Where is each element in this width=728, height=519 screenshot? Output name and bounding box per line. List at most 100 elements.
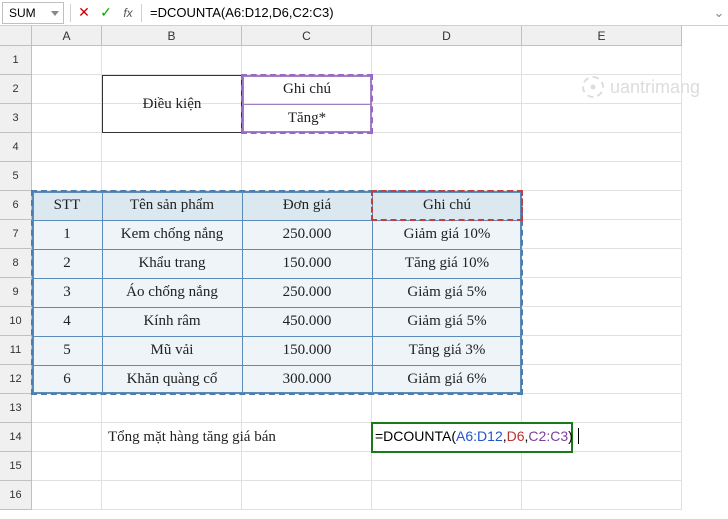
cell[interactable] (522, 46, 682, 75)
row-header-11[interactable]: 11 (0, 336, 32, 365)
cell[interactable] (32, 394, 102, 423)
cell[interactable] (32, 249, 102, 278)
cell[interactable] (372, 191, 522, 220)
cell[interactable] (102, 75, 242, 104)
cell[interactable] (372, 220, 522, 249)
fx-icon[interactable]: fx (117, 3, 139, 23)
cell[interactable] (102, 278, 242, 307)
cell[interactable] (372, 394, 522, 423)
cell[interactable] (242, 423, 372, 452)
row-header-4[interactable]: 4 (0, 133, 32, 162)
row-header-15[interactable]: 15 (0, 452, 32, 481)
col-header-b[interactable]: B (102, 26, 242, 46)
cell[interactable] (102, 423, 242, 452)
cell[interactable] (32, 220, 102, 249)
cell[interactable] (32, 278, 102, 307)
cell[interactable] (102, 46, 242, 75)
cell[interactable] (522, 336, 682, 365)
cell[interactable] (102, 365, 242, 394)
confirm-icon[interactable]: ✓ (95, 3, 117, 23)
name-box[interactable]: SUM (2, 2, 64, 24)
cell[interactable] (372, 46, 522, 75)
cancel-icon[interactable]: ✕ (73, 3, 95, 23)
cell[interactable] (522, 133, 682, 162)
cell[interactable] (32, 365, 102, 394)
cell[interactable] (102, 307, 242, 336)
cell[interactable] (32, 75, 102, 104)
cells-area[interactable] (32, 46, 682, 510)
cell[interactable] (32, 162, 102, 191)
cell[interactable] (242, 162, 372, 191)
cell[interactable] (32, 191, 102, 220)
cell[interactable] (32, 336, 102, 365)
cell[interactable] (32, 423, 102, 452)
cell[interactable] (242, 365, 372, 394)
cell[interactable] (372, 162, 522, 191)
cell[interactable] (242, 307, 372, 336)
cell[interactable] (242, 191, 372, 220)
col-header-e[interactable]: E (522, 26, 682, 46)
cell[interactable] (522, 394, 682, 423)
cell[interactable] (242, 394, 372, 423)
cell[interactable] (372, 452, 522, 481)
col-header-d[interactable]: D (372, 26, 522, 46)
formula-input[interactable]: =DCOUNTA(A6:D12,D6,C2:C3) (144, 2, 710, 23)
row-header-1[interactable]: 1 (0, 46, 32, 75)
cell[interactable] (242, 481, 372, 510)
row-header-9[interactable]: 9 (0, 278, 32, 307)
cell[interactable] (522, 191, 682, 220)
cell[interactable] (242, 75, 372, 104)
cell[interactable] (102, 249, 242, 278)
row-header-2[interactable]: 2 (0, 75, 32, 104)
cell[interactable] (242, 133, 372, 162)
cell[interactable] (372, 104, 522, 133)
cell[interactable] (242, 452, 372, 481)
cell[interactable] (372, 249, 522, 278)
cell[interactable] (102, 394, 242, 423)
cell[interactable] (102, 220, 242, 249)
cell[interactable] (32, 452, 102, 481)
cell[interactable] (372, 365, 522, 394)
col-header-a[interactable]: A (32, 26, 102, 46)
cell[interactable] (102, 133, 242, 162)
col-header-c[interactable]: C (242, 26, 372, 46)
cell[interactable] (102, 481, 242, 510)
cell[interactable] (372, 481, 522, 510)
row-header-3[interactable]: 3 (0, 104, 32, 133)
row-header-16[interactable]: 16 (0, 481, 32, 510)
cell[interactable] (32, 46, 102, 75)
cell[interactable] (522, 307, 682, 336)
cell[interactable] (242, 278, 372, 307)
active-cell[interactable] (371, 422, 573, 453)
cell[interactable] (372, 278, 522, 307)
row-header-7[interactable]: 7 (0, 220, 32, 249)
cell[interactable] (372, 336, 522, 365)
cell[interactable] (32, 104, 102, 133)
cell[interactable] (32, 133, 102, 162)
cell[interactable] (242, 249, 372, 278)
cell[interactable] (522, 278, 682, 307)
cell[interactable] (522, 365, 682, 394)
row-header-14[interactable]: 14 (0, 423, 32, 452)
cell[interactable] (522, 104, 682, 133)
row-header-13[interactable]: 13 (0, 394, 32, 423)
row-header-12[interactable]: 12 (0, 365, 32, 394)
cell[interactable] (372, 307, 522, 336)
cell[interactable] (102, 452, 242, 481)
cell[interactable] (242, 220, 372, 249)
cell[interactable] (32, 481, 102, 510)
row-header-6[interactable]: 6 (0, 191, 32, 220)
cell[interactable] (102, 162, 242, 191)
cell[interactable] (102, 336, 242, 365)
select-all-corner[interactable] (0, 26, 32, 46)
cell[interactable] (522, 220, 682, 249)
cell[interactable] (522, 481, 682, 510)
row-header-10[interactable]: 10 (0, 307, 32, 336)
cell[interactable] (32, 307, 102, 336)
cell[interactable] (102, 104, 242, 133)
cell[interactable] (242, 46, 372, 75)
cell[interactable] (522, 452, 682, 481)
cell[interactable] (372, 133, 522, 162)
cell[interactable] (102, 191, 242, 220)
expand-icon[interactable]: ⌄ (710, 5, 728, 21)
